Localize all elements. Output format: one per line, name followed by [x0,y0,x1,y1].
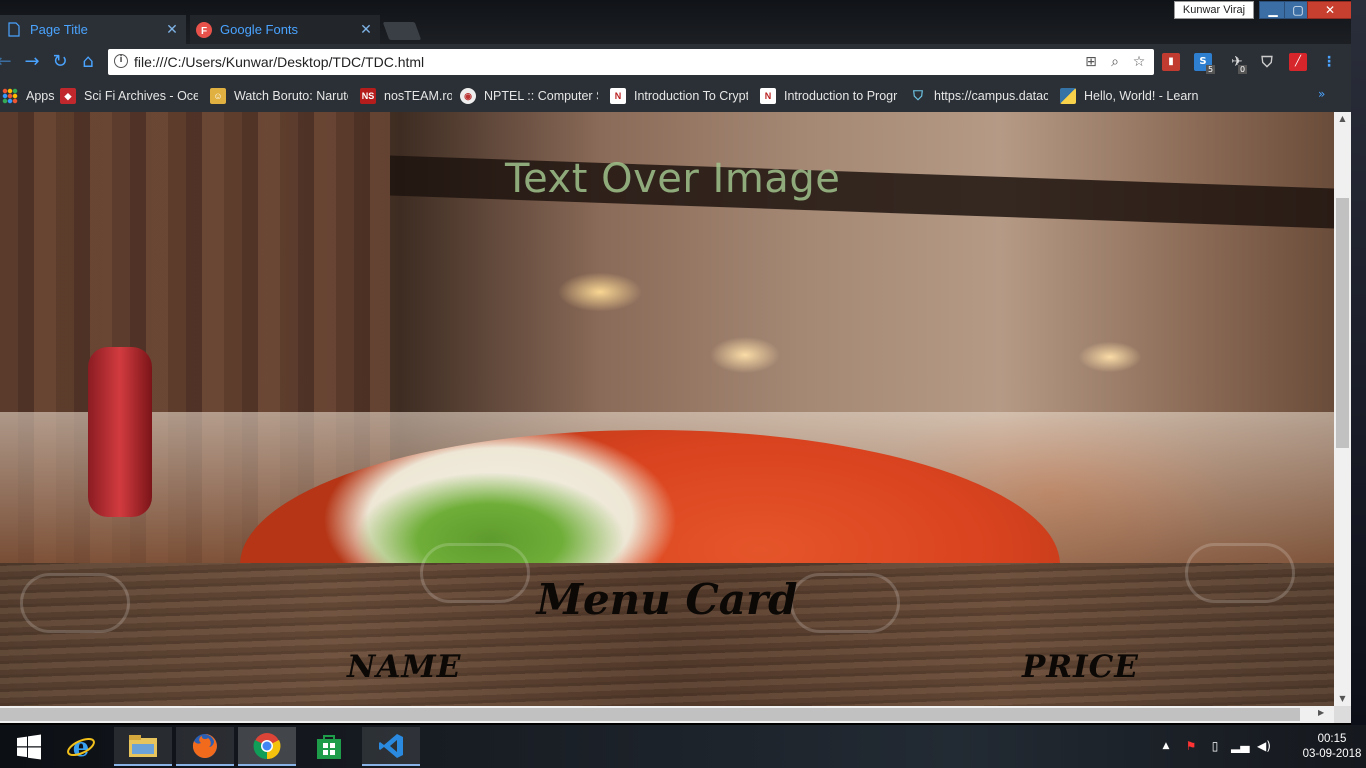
bookmark-boruto[interactable]: ☺ Watch Boruto: Naruto [210,85,348,107]
nptel-icon: ◉ [460,88,476,104]
svg-text:e: e [73,733,90,762]
bookmark-label: Apps [26,89,55,103]
page-icon [6,22,22,38]
gamepad-icon: ◆ [60,88,76,104]
puzzle-extension-badge: 0 [1238,65,1248,74]
menu-title: Menu Card [536,575,798,624]
close-tab-icon[interactable]: ✕ [164,21,180,37]
hero-title: Text Over Image [505,156,841,202]
apps-grid-icon [2,88,18,104]
reload-icon[interactable]: ↻ [50,52,70,72]
translate-icon[interactable]: ⊞ [1082,53,1100,71]
bottle [88,347,152,517]
shield-icon: ⛉ [913,88,923,103]
python-icon [1060,88,1076,104]
show-hidden-icons-icon[interactable]: ▲ [1158,738,1174,754]
title-bar: Page Title ✕ F Google Fonts ✕ Kunwar Vir… [0,0,1366,44]
store-icon[interactable] [300,727,358,766]
new-tab-button[interactable] [382,22,422,40]
n-icon: N [760,88,776,104]
bookmark-label: Hello, World! - Learn [1084,89,1198,103]
google-fonts-icon: F [196,21,212,38]
tab-page-title[interactable]: Page Title ✕ [0,15,186,44]
more-bookmarks-icon[interactable]: » [1318,87,1325,101]
ns-icon: NS [360,88,376,104]
home-icon[interactable]: ⌂ [78,52,98,72]
chrome-menu-icon[interactable]: ⋮ [1320,53,1338,71]
no-network-flag-icon[interactable]: ⚑ [1183,738,1199,754]
navigation-toolbar: ← → ↻ ⌂ i file:///C:/Users/Kunwar/Deskto… [0,44,1366,80]
svg-text:F: F [201,26,207,37]
clock-time: 00:15 [1317,733,1347,745]
bookmark-label: NPTEL :: Computer Sc [484,89,598,103]
bookmark-scifi[interactable]: ◆ Sci Fi Archives - Ocea [60,85,198,107]
scroll-down-arrow-icon[interactable]: ▼ [1334,692,1351,706]
clock-date: 03-09-2018 [1302,748,1362,760]
scroll-right-arrow-icon[interactable]: ▶ [1318,708,1324,717]
bookmark-label: Sci Fi Archives - Ocea [84,89,198,103]
bookmark-label: Watch Boruto: Naruto [234,89,348,103]
minimize-button[interactable]: ▁ [1259,1,1287,19]
n-icon: N [610,88,626,104]
firefox-icon[interactable] [176,727,234,766]
vscode-icon[interactable] [362,727,420,766]
battery-icon[interactable]: ▯ [1207,738,1223,754]
bookmark-label: Introduction To Crypt [634,89,748,103]
name-column-header: NAME [347,649,462,685]
volume-icon[interactable]: ◀) [1256,738,1272,754]
hero-image: Text Over Image [0,112,1334,563]
price-column-header: PRICE [1022,649,1139,685]
info-icon[interactable]: i [114,54,128,68]
bookmark-nosteam[interactable]: NS nosTEAM.ro [360,85,452,107]
red-book-extension-icon[interactable]: ▮ [1162,53,1180,71]
tab-label: Google Fonts [220,22,299,37]
vertical-scroll-thumb[interactable] [1336,198,1349,448]
url-text: file:///C:/Users/Kunwar/Desktop/TDC/TDC.… [134,54,425,70]
forward-arrow-icon[interactable]: → [22,52,42,72]
system-clock[interactable]: 00:15 03-09-2018 [1300,732,1364,762]
close-tab-icon[interactable]: ✕ [358,21,374,37]
bookmark-label: nosTEAM.ro [384,89,452,103]
desktop-edge [1351,0,1366,725]
windows-start-icon[interactable] [0,727,58,766]
bookmark-label: https://campus.datac [934,89,1048,103]
bookmark-nptel[interactable]: ◉ NPTEL :: Computer Sc [460,85,598,107]
page-viewport: Text Over Image Menu Card NAME PRICE [0,112,1334,706]
vertical-scrollbar[interactable]: ▲ ▼ [1334,112,1351,706]
bookmark-programming[interactable]: N Introduction to Progr [760,85,898,107]
browser-chrome: Page Title ✕ F Google Fonts ✕ Kunwar Vir… [0,0,1366,112]
tab-google-fonts[interactable]: F Google Fonts ✕ [190,15,380,44]
scrollbar-corner [1334,706,1351,723]
anime-icon: ☺ [210,88,226,104]
bookmark-star-icon[interactable]: ☆ [1130,53,1148,71]
scroll-up-arrow-icon[interactable]: ▲ [1334,112,1351,126]
signal-icon[interactable]: ▂▄ [1231,738,1249,754]
horizontal-scroll-thumb[interactable] [0,708,1300,721]
bookmark-learnpython[interactable]: Hello, World! - Learn [1060,85,1198,107]
internet-explorer-icon[interactable]: e [52,727,110,766]
s-extension-badge: 5 [1206,65,1216,74]
chrome-icon[interactable] [238,727,296,766]
menu-card-section: Menu Card NAME PRICE [0,543,1334,706]
bookmark-datacamp[interactable]: ⛉ https://campus.datac [910,85,1048,107]
close-window-button[interactable]: ✕ [1307,1,1353,19]
horizontal-scrollbar[interactable]: ▶ [0,706,1334,723]
tab-label: Page Title [30,22,88,37]
profile-button[interactable]: Kunwar Viraj [1174,1,1254,19]
back-arrow-icon[interactable]: ← [0,52,14,72]
file-explorer-icon[interactable] [114,727,172,766]
bookmark-apps[interactable]: Apps [2,85,58,107]
zoom-icon[interactable]: ⌕ [1106,53,1124,71]
windows-taskbar: e ▲ ⚑ ▯ ▂▄ ◀) 00:15 03-09-2018 [0,725,1366,768]
bookmarks-bar: Apps ◆ Sci Fi Archives - Ocea ☺ Watch Bo… [0,80,1366,112]
bookmark-label: Introduction to Progr [784,89,898,103]
red-pen-extension-icon[interactable]: ╱ [1289,53,1307,71]
address-bar[interactable]: i file:///C:/Users/Kunwar/Desktop/TDC/TD… [108,49,1154,75]
bookmark-crypto[interactable]: N Introduction To Crypt [610,85,748,107]
shield-extension-icon[interactable]: ⛉ [1258,53,1276,71]
